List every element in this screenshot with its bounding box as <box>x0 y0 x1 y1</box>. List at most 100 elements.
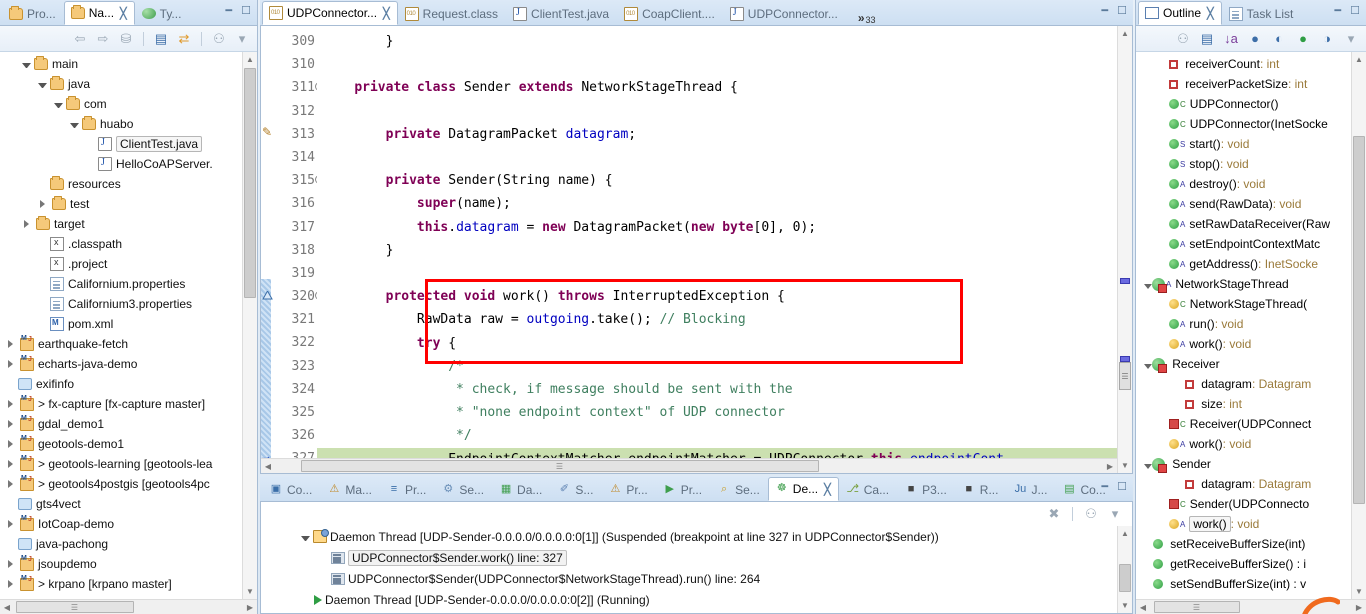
debug-tab-ca[interactable]: ⎇ Ca... <box>839 477 897 501</box>
scroll-thumb[interactable]: ☰ <box>16 601 134 613</box>
code-line[interactable]: private class Sender extends NetworkStag… <box>323 76 738 99</box>
link-with-editor-icon[interactable]: ⇄ <box>175 30 193 48</box>
minimize-icon[interactable]: ━ <box>1102 480 1109 493</box>
tab-package-explorer[interactable]: Pro... <box>2 1 64 25</box>
close-icon[interactable]: ╳ <box>824 483 831 496</box>
outline-item[interactable]: AgetAddress() : InetSocke <box>1136 254 1366 274</box>
editor-tab-overflow[interactable]: » 33 <box>858 11 876 25</box>
remove-all-terminated-icon[interactable]: ✖ <box>1045 505 1063 523</box>
scroll-down-icon[interactable]: ▼ <box>1118 458 1132 473</box>
debug-tab-co[interactable]: ▣ Co... <box>262 477 320 501</box>
maximize-icon[interactable]: ☐ <box>1350 4 1360 17</box>
chevron-down-icon[interactable] <box>54 103 63 108</box>
minimize-icon[interactable]: ━ <box>226 4 233 17</box>
debug-tab-pr[interactable]: ⚠ Pr... <box>601 477 655 501</box>
sort-icon[interactable]: ↓a <box>1222 30 1240 48</box>
debug-tab-r[interactable]: ■ R... <box>955 477 1007 501</box>
outline-item[interactable]: Awork() : void <box>1136 434 1366 454</box>
editor-hscrollbar[interactable]: ◀ ☰ ▶ <box>261 458 1117 473</box>
chevron-right-icon[interactable] <box>8 360 17 368</box>
scroll-right-icon[interactable]: ▶ <box>243 600 257 614</box>
navigator-tree-item[interactable]: earthquake-fetch <box>0 334 257 354</box>
scroll-left-icon[interactable]: ◀ <box>0 600 14 614</box>
navigator-tree-item[interactable]: gts4vect <box>0 494 257 514</box>
debug-vscrollbar[interactable]: ▲ ▼ <box>1117 526 1132 613</box>
chevron-right-icon[interactable] <box>8 560 17 568</box>
maximize-icon[interactable]: ☐ <box>1117 4 1127 17</box>
navigator-tree-item[interactable]: > geotools4postgis [geotools4pc <box>0 474 257 494</box>
minimize-icon[interactable]: ━ <box>1335 4 1342 17</box>
code-line[interactable]: private DatagramPacket datagram; <box>323 123 636 146</box>
hide-nonpublic-icon[interactable]: ● <box>1294 30 1312 48</box>
maximize-icon[interactable]: ☐ <box>241 4 251 17</box>
navigator-tree-item[interactable]: > geotools-learning [geotools-lea <box>0 454 257 474</box>
navigator-tree-item[interactable]: IotCoap-demo <box>0 514 257 534</box>
outline-item[interactable]: A NetworkStageThread <box>1136 274 1366 294</box>
focus-on-active-task-icon[interactable]: ⚇ <box>1174 30 1192 48</box>
outline-item[interactable]: receiverPacketSize : int <box>1136 74 1366 94</box>
tab-outline[interactable]: Outline ╳ <box>1138 1 1222 25</box>
code-line[interactable]: super(name); <box>323 192 511 215</box>
editor-tab-udpconnector-class[interactable]: UDPConnector... ╳ <box>262 1 398 25</box>
code-line[interactable] <box>323 53 331 76</box>
outline-item[interactable]: Arun() : void <box>1136 314 1366 334</box>
debug-stack-tree[interactable]: Daemon Thread [UDP-Sender-0.0.0.0/0.0.0.… <box>261 526 1132 610</box>
navigator-tree-item[interactable]: target <box>0 214 257 234</box>
maximize-icon[interactable]: ☐ <box>1117 480 1127 493</box>
chevron-down-icon[interactable] <box>70 123 79 128</box>
outline-item[interactable]: Awork() : void <box>1136 334 1366 354</box>
outline-item[interactable]: AsetEndpointContextMatc <box>1136 234 1366 254</box>
code-line[interactable] <box>323 100 331 123</box>
outline-item[interactable]: getReceiveBufferSize() : i <box>1136 554 1366 574</box>
navigator-tree[interactable]: main java com huabo ClientTest.java HelloCoAP… <box>0 52 257 599</box>
collapse-all-icon[interactable]: ▤ <box>1198 30 1216 48</box>
scroll-down-icon[interactable]: ▼ <box>1352 584 1366 599</box>
outline-item[interactable]: C Receiver(UDPConnect <box>1136 414 1366 434</box>
outline-item[interactable]: size : int <box>1136 394 1366 414</box>
close-icon[interactable]: ╳ <box>1207 7 1214 20</box>
debug-tab-ma[interactable]: ⚠ Ma... <box>320 477 380 501</box>
scroll-up-icon[interactable]: ▲ <box>1118 526 1132 541</box>
debug-tab-j[interactable]: Ju J... <box>1006 477 1055 501</box>
navigator-tree-item[interactable]: > krpano [krpano master] <box>0 574 257 594</box>
editor-tab-clienttest-java[interactable]: ClientTest.java <box>506 1 617 25</box>
navigator-tree-item[interactable]: java <box>0 74 257 94</box>
scroll-thumb[interactable]: ☰ <box>301 460 819 472</box>
view-arrow-icon[interactable]: ▾ <box>1342 30 1360 48</box>
scroll-thumb[interactable] <box>244 68 256 298</box>
debug-tree-item[interactable]: UDPConnector$Sender.work() line: 327 <box>301 547 1132 568</box>
editor-body[interactable]: ⇒✎ 309 310 311− 312 313 314 315− 316 317 318 319 32… <box>260 26 1133 474</box>
code-line[interactable]: */ <box>323 424 472 447</box>
debug-tree-item[interactable]: Daemon Thread [UDP-Sender-0.0.0.0/0.0.0.… <box>301 526 1132 547</box>
navigator-tree-item[interactable]: test <box>0 194 257 214</box>
scroll-right-icon[interactable]: ▶ <box>1103 459 1117 473</box>
outline-item[interactable]: Sstop() : void <box>1136 154 1366 174</box>
chevron-down-icon[interactable] <box>301 535 310 541</box>
chevron-right-icon[interactable] <box>8 520 17 528</box>
code-line[interactable]: * check, if message should be sent with … <box>323 378 793 401</box>
hide-local-types-icon[interactable]: ◑ <box>1318 30 1336 48</box>
editor-tab-coapclient[interactable]: CoapClient.... <box>617 1 723 25</box>
hide-fields-icon[interactable]: ● <box>1246 30 1264 48</box>
chevron-down-icon[interactable] <box>22 63 31 68</box>
back-icon[interactable]: ⇦ <box>71 30 89 48</box>
code-line[interactable]: private Sender(String name) { <box>323 169 613 192</box>
navigator-tree-item[interactable]: com <box>0 94 257 114</box>
chevron-right-icon[interactable] <box>40 200 49 208</box>
outline-item[interactable]: setSendBufferSize(int) : v <box>1136 574 1366 594</box>
chevron-right-icon[interactable] <box>8 440 17 448</box>
code-line[interactable]: /* <box>323 355 464 378</box>
chevron-right-icon[interactable] <box>8 400 17 408</box>
view-arrow-icon[interactable]: ▾ <box>1106 505 1124 523</box>
scroll-down-icon[interactable]: ▼ <box>1118 598 1132 613</box>
scroll-thumb[interactable]: ☰ <box>1154 601 1240 613</box>
scroll-up-icon[interactable]: ▲ <box>243 52 257 67</box>
outline-item[interactable]: Adestroy() : void <box>1136 174 1366 194</box>
navigator-tree-item[interactable]: Californium3.properties <box>0 294 257 314</box>
chevron-right-icon[interactable] <box>8 480 17 488</box>
collapse-all-icon[interactable]: ▤ <box>152 30 170 48</box>
outline-item[interactable]: Sstart() : void <box>1136 134 1366 154</box>
code-line[interactable] <box>323 262 331 285</box>
close-icon[interactable]: ╳ <box>383 7 390 20</box>
outline-vscrollbar[interactable]: ▲ ▼ <box>1351 52 1366 599</box>
